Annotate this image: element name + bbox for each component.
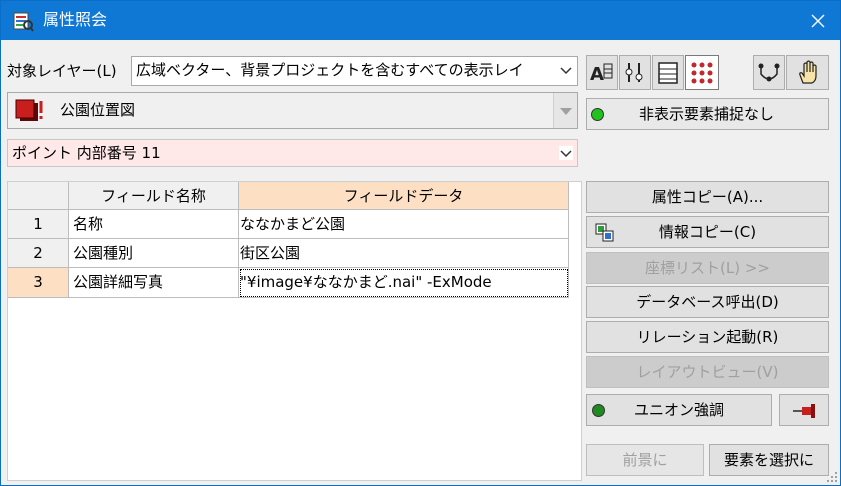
status-led-icon	[591, 108, 604, 121]
attribute-search-button[interactable]: A	[586, 55, 618, 90]
hand-tool-button[interactable]	[786, 55, 829, 90]
attribute-filter-icon	[625, 62, 643, 82]
database-call-button[interactable]: データベース呼出(D)	[586, 286, 829, 318]
copy-info-icon	[595, 223, 614, 242]
target-layer-value: 広域ベクター、背景プロジェクトを含むすべての表示レイ	[136, 61, 524, 79]
target-layer-label: 対象レイヤー(L)	[7, 62, 117, 80]
chevron-down-icon	[559, 146, 573, 160]
bring-to-front-button[interactable]: 前景に	[586, 444, 704, 476]
relation-launch-button[interactable]: リレーション起動(R)	[586, 321, 829, 353]
layer-select-value: 公園位置図	[60, 101, 136, 119]
triangle-down-icon	[560, 108, 572, 115]
pushpin-icon	[793, 404, 815, 418]
point-grid-button[interactable]	[685, 55, 719, 90]
field-name-cell[interactable]: 名称	[69, 210, 239, 239]
field-name-cell[interactable]: 公園種別	[69, 239, 239, 268]
window-title: 属性照会	[43, 10, 108, 29]
element-select-value: ポイント 内部番号 11	[12, 144, 161, 162]
field-data-cell-selected[interactable]: "¥image¥ななかまど.nai" -ExMode	[239, 268, 569, 298]
hand-icon	[798, 59, 817, 84]
svg-text:A: A	[590, 64, 604, 85]
coordinate-list-button[interactable]: 座標リスト(L) >>	[586, 252, 829, 284]
hidden-capture-label: 非表示要素捕捉なし	[639, 105, 775, 123]
field-name-header[interactable]: フィールド名称	[69, 182, 239, 210]
row-number[interactable]: 1	[8, 210, 69, 239]
copy-info-label: 情報コピー(C)	[658, 223, 757, 241]
hidden-capture-status[interactable]: 非表示要素捕捉なし	[586, 98, 829, 130]
copy-attributes-button[interactable]: 属性コピー(A)...	[586, 181, 829, 213]
field-data-header[interactable]: フィールドデータ	[239, 182, 569, 210]
pin-button[interactable]	[779, 394, 829, 426]
attribute-search-icon: A	[590, 63, 613, 85]
corner-header	[8, 182, 69, 210]
union-highlight-button[interactable]: ユニオン強調	[586, 394, 772, 426]
chevron-down-icon	[560, 67, 572, 75]
layer-select-dropdown[interactable]	[553, 93, 577, 128]
union-highlight-label: ユニオン強調	[633, 401, 724, 419]
layout-view-button[interactable]: レイアウトビュー(V)	[586, 356, 829, 388]
close-icon	[811, 14, 825, 27]
select-element-button[interactable]: 要素を選択に	[709, 444, 829, 476]
title-bar: 属性照会	[1, 1, 840, 40]
close-button[interactable]	[796, 1, 840, 40]
layer-icon	[15, 99, 43, 121]
field-data-cell[interactable]: 街区公園	[239, 239, 569, 268]
resize-grip-icon[interactable]	[826, 471, 838, 483]
table-icon	[658, 61, 678, 84]
union-led-icon	[592, 404, 605, 417]
field-name-cell[interactable]: 公園詳細写真	[69, 268, 239, 298]
attribute-query-window: 属性照会 対象レイヤー(L) 広域ベクター、背景プロジェクトを含むすべての表示レ…	[0, 0, 841, 486]
table-view-button[interactable]	[652, 55, 684, 90]
layer-select[interactable]: 公園位置図	[7, 92, 578, 129]
element-select[interactable]: ポイント 内部番号 11	[7, 139, 578, 167]
row-number-selected[interactable]: 3	[8, 268, 69, 298]
attribute-table: フィールド名称 フィールドデータ 1 名称 ななかまど公園 2 公園種別 街区公…	[7, 181, 582, 481]
copy-info-button[interactable]: 情報コピー(C)	[586, 216, 829, 248]
point-grid-icon	[691, 62, 713, 83]
row-number[interactable]: 2	[8, 239, 69, 268]
app-icon	[13, 12, 34, 32]
attribute-filter-button[interactable]	[619, 55, 651, 90]
point-snap-button[interactable]	[753, 55, 785, 90]
target-layer-select[interactable]: 広域ベクター、背景プロジェクトを含むすべての表示レイ	[131, 56, 578, 86]
field-data-cell[interactable]: ななかまど公園	[239, 210, 569, 239]
point-snap-icon	[758, 63, 780, 81]
